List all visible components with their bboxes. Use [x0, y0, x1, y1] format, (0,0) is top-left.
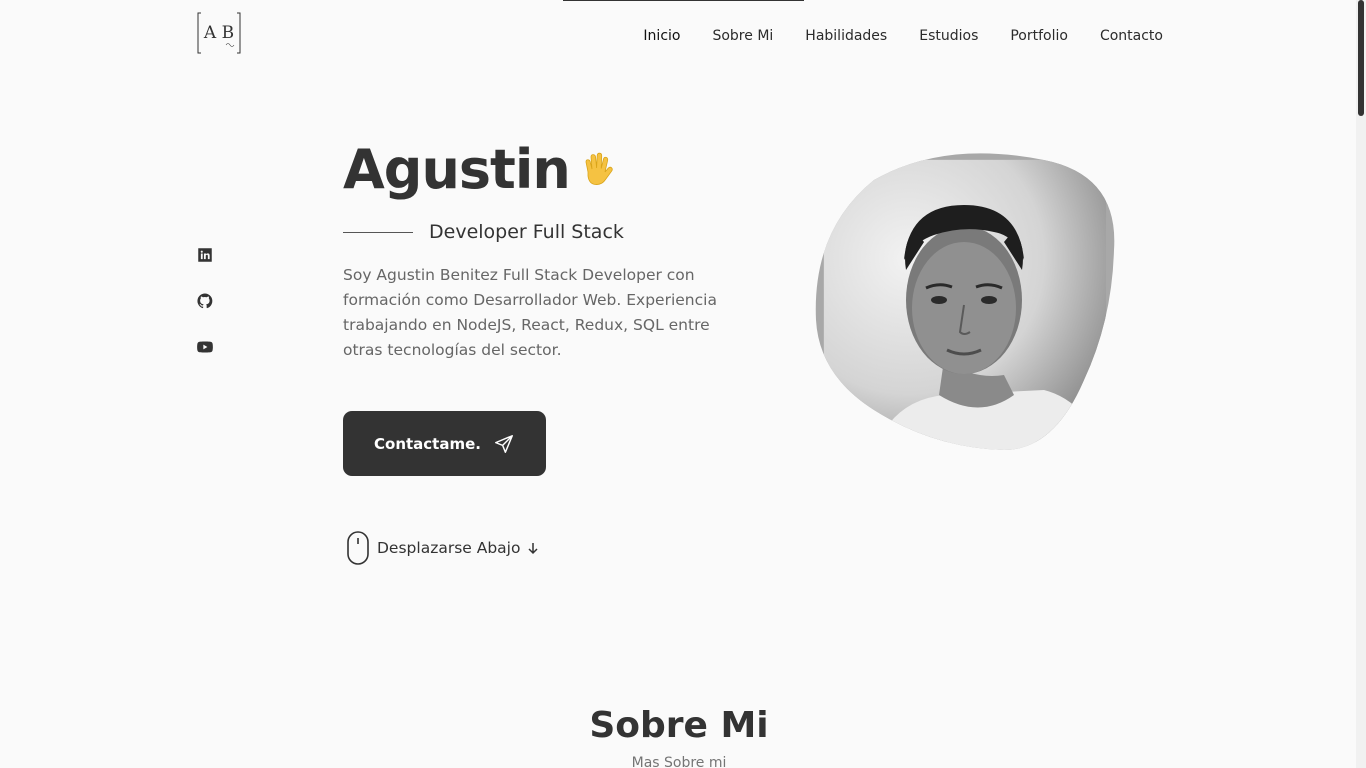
- mouse-icon: [347, 531, 369, 565]
- scrollbar-thumb[interactable]: [1358, 0, 1364, 116]
- scroll-down-label: Desplazarse Abajo: [377, 539, 521, 557]
- social-links: [196, 246, 214, 356]
- logo[interactable]: A B: [197, 12, 241, 54]
- section-title: Sobre Mi: [589, 705, 769, 746]
- waving-hand-icon: [585, 152, 613, 185]
- hero-name: Agustin: [343, 138, 571, 201]
- nav-sobre-mi[interactable]: Sobre Mi: [712, 26, 773, 46]
- logo-text: A B: [203, 23, 234, 43]
- nav-portfolio[interactable]: Portfolio: [1010, 26, 1068, 46]
- section-subtitle: Mas Sobre mi: [631, 755, 727, 768]
- subtitle-divider: [343, 231, 413, 233]
- youtube-icon[interactable]: [196, 338, 214, 356]
- hero-heading: Agustin: [343, 138, 618, 202]
- arrow-down-icon: [528, 543, 538, 555]
- nav-estudios[interactable]: Estudios: [919, 26, 978, 46]
- main-nav: Inicio Sobre Mi Habilidades Estudios Por…: [643, 26, 1163, 46]
- hero-description: Soy Agustin Benitez Full Stack Developer…: [343, 266, 717, 359]
- contact-button[interactable]: Contactame.: [343, 411, 546, 476]
- github-icon[interactable]: [196, 292, 214, 310]
- scroll-down-button[interactable]: Desplazarse Abajo: [347, 531, 540, 565]
- linkedin-icon[interactable]: [196, 246, 214, 264]
- profile-photo: [814, 150, 1118, 454]
- progress-line: [563, 0, 804, 1]
- nav-contacto[interactable]: Contacto: [1100, 26, 1163, 46]
- subtitle-text: Developer Full Stack: [429, 221, 624, 243]
- nav-inicio[interactable]: Inicio: [643, 26, 680, 46]
- page-scrollbar[interactable]: [1356, 0, 1366, 768]
- contact-button-label: Contactame.: [374, 434, 481, 453]
- nav-habilidades[interactable]: Habilidades: [805, 26, 887, 46]
- send-icon: [495, 434, 513, 453]
- hero-subtitle: Developer Full Stack: [343, 220, 624, 244]
